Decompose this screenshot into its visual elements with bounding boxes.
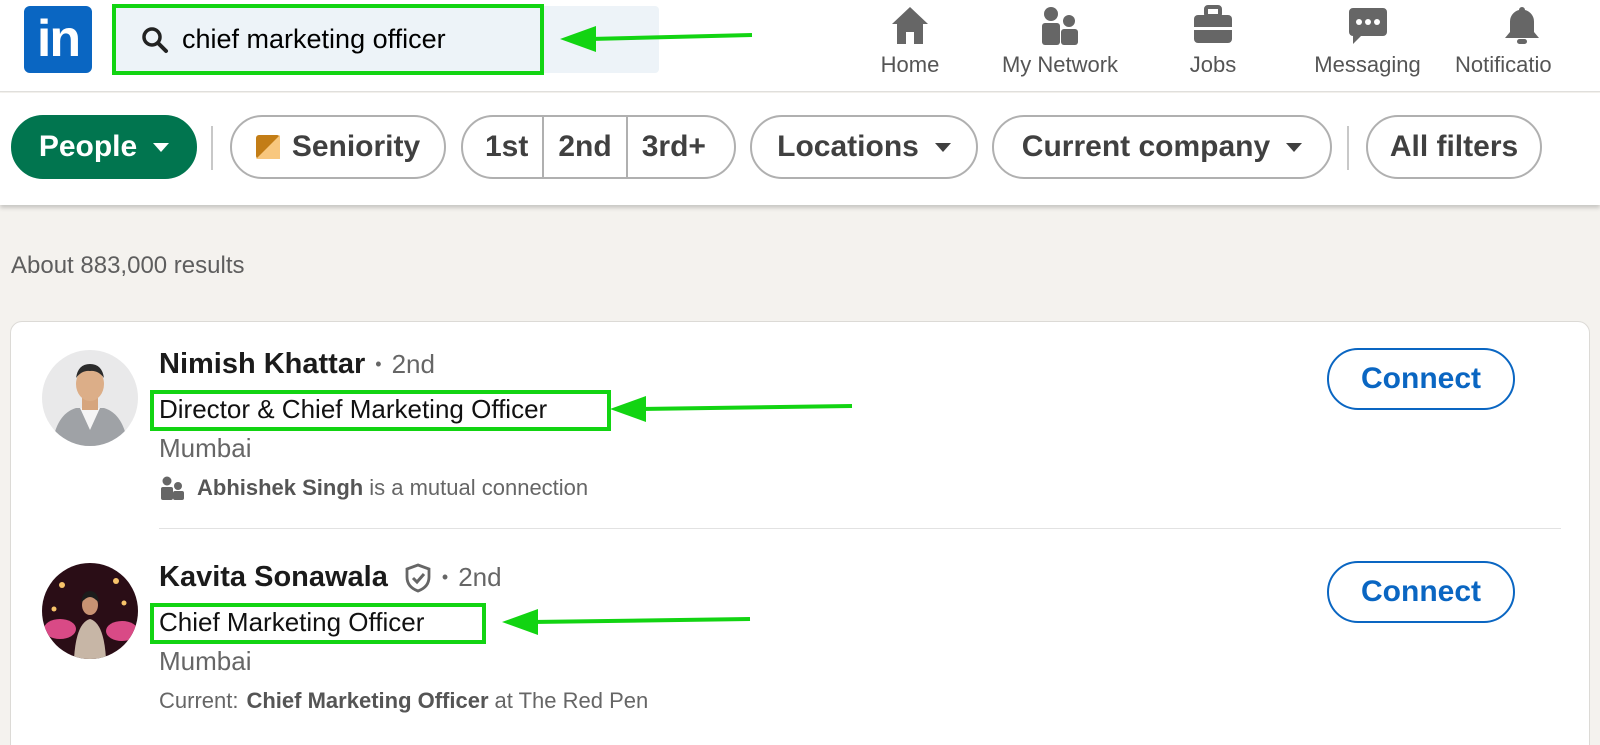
linkedin-logo[interactable]: in (24, 6, 92, 73)
people-filter-label: People (38, 130, 138, 163)
filter-divider (1347, 126, 1349, 170)
connection-degree: 2nd (458, 562, 502, 592)
mutual-connections-icon (161, 476, 184, 500)
avatar[interactable] (42, 350, 138, 446)
result-name-line: Kavita Sonawala • 2nd (159, 561, 502, 594)
chevron-down-icon (1286, 142, 1303, 152)
result-divider (159, 528, 1561, 529)
degree-2nd-button[interactable]: 2nd (542, 117, 625, 177)
mutual-connection-name[interactable]: Abhishek Singh (197, 475, 363, 501)
nav-jobs[interactable]: Jobs (1175, 0, 1251, 92)
search-icon (142, 27, 168, 53)
results-card: Nimish Khattar • 2nd Director & Chief Ma… (10, 321, 1590, 745)
search-bar[interactable] (112, 6, 659, 73)
profile-photo-icon (42, 563, 138, 659)
top-nav: in Home My Network Jobs (0, 0, 1600, 92)
insight-text: at The Red Pen (494, 688, 649, 713)
nav-messaging[interactable]: Messaging (1305, 0, 1430, 92)
nav-notifications[interactable]: Notificatio (1455, 0, 1600, 92)
chevron-down-icon (153, 142, 170, 152)
locations-filter-button[interactable]: Locations (750, 115, 978, 179)
home-icon (892, 7, 928, 44)
profile-photo-icon (42, 350, 138, 446)
nav-jobs-label: Jobs (1189, 52, 1237, 77)
result-name[interactable]: Nimish Khattar (159, 348, 365, 381)
chevron-down-icon (934, 142, 951, 152)
seniority-filter-button[interactable]: Seniority (230, 115, 446, 179)
result-location: Mumbai (159, 433, 252, 463)
current-position: Chief Marketing Officer (246, 688, 489, 713)
chat-icon (1348, 8, 1387, 44)
current-company-filter-label: Current company (1021, 130, 1271, 163)
search-input[interactable] (182, 6, 612, 73)
people-icon (1042, 7, 1078, 45)
current-company-filter-button[interactable]: Current company (992, 115, 1332, 179)
separator-dot: • (375, 354, 382, 374)
insight-prefix: Current: (159, 688, 239, 713)
result-name[interactable]: Kavita Sonawala (159, 561, 388, 594)
seniority-filter-label: Seniority (291, 130, 421, 163)
result-insight: Abhishek Singh is a mutual connection (159, 475, 588, 501)
result-insight: Current: Chief Marketing Officer at The … (159, 688, 648, 714)
result-headline: Director & Chief Marketing Officer (159, 394, 548, 424)
briefcase-icon (1194, 5, 1232, 43)
filter-divider (211, 126, 213, 170)
nav-messaging-label: Messaging (1314, 52, 1421, 77)
bell-icon (1505, 7, 1539, 44)
premium-icon (255, 135, 280, 159)
result-location: Mumbai (159, 646, 252, 676)
nav-my-network[interactable]: My Network (990, 0, 1130, 92)
filter-bar: People Seniority 1st 2nd 3rd+ Locations … (0, 93, 1600, 205)
people-filter-button[interactable]: People (11, 115, 197, 179)
results-count: About 883,000 results (11, 252, 245, 279)
locations-filter-label: Locations (777, 130, 919, 163)
connection-degree: 2nd (391, 349, 435, 379)
all-filters-button[interactable]: All filters (1366, 115, 1542, 179)
avatar[interactable] (42, 563, 138, 659)
insight-text: is a mutual connection (369, 475, 589, 500)
nav-home-label: Home (880, 52, 940, 77)
nav-my-network-label: My Network (1001, 52, 1119, 77)
nav-home[interactable]: Home (870, 0, 950, 92)
verified-shield-icon (405, 563, 431, 592)
result-name-line: Nimish Khattar • 2nd (159, 348, 435, 381)
separator-dot: • (441, 567, 449, 587)
degree-1st-button[interactable]: 1st (463, 117, 542, 177)
degree-3rd-button[interactable]: 3rd+ (625, 117, 720, 177)
all-filters-label: All filters (1389, 130, 1519, 163)
connect-button[interactable]: Connect (1327, 348, 1515, 410)
connect-button[interactable]: Connect (1327, 561, 1515, 623)
result-headline: Chief Marketing Officer (159, 607, 425, 637)
nav-notifications-label: Notificatio (1455, 52, 1552, 77)
connection-degree-group: 1st 2nd 3rd+ (461, 115, 736, 179)
